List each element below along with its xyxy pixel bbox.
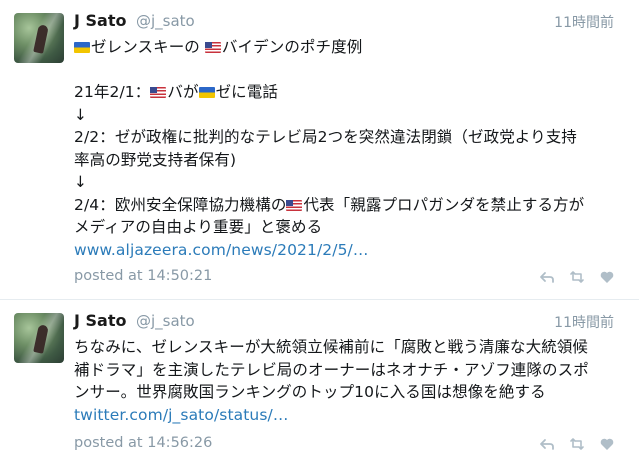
tweet-actions: [539, 269, 615, 285]
tweet-link[interactable]: twitter.com/j_sato/status/…: [74, 406, 288, 424]
text-line: 補ドラマ」を主演したテレビ局のオーナーはネオナチ・アゾフ連隊のスポ: [74, 360, 589, 379]
link-line: twitter.com/j_sato/status/…: [74, 404, 629, 427]
link-line: www.aljazeera.com/news/2021/2/5/…: [74, 239, 629, 262]
user-handle[interactable]: @j_sato: [136, 312, 195, 330]
text-line: 2/2：ゼが政権に批判的なテレビ局2つを突然違法閉鎖（ゼ政党より支持: [74, 128, 577, 146]
tweet-text: ちなみに、ゼレンスキーが大統領立候補前に「腐敗と戦う清廉な大統領候 補ドラマ」を…: [74, 336, 629, 426]
avatar[interactable]: [14, 313, 64, 363]
usa-flag-icon: [286, 199, 303, 211]
reply-icon[interactable]: [539, 436, 555, 452]
heart-icon[interactable]: [599, 269, 615, 285]
avatar[interactable]: [14, 13, 64, 63]
arrow-line: ↓: [74, 173, 88, 191]
usa-flag-icon: [204, 42, 221, 53]
posted-time: posted at 14:56:26: [74, 435, 213, 451]
display-name[interactable]: J Sato: [74, 311, 126, 330]
timestamp[interactable]: 11時間前: [554, 312, 614, 332]
user-handle[interactable]: @j_sato: [136, 12, 195, 30]
usa-flag-icon: [150, 87, 167, 98]
ukraine-flag-icon: [74, 42, 90, 53]
posted-time: posted at 14:50:21: [74, 268, 213, 284]
reply-icon[interactable]: [539, 269, 555, 285]
tweet[interactable]: J Sato @j_sato 11時間前 ちなみに、ゼレンスキーが大統領立候補前…: [0, 300, 639, 456]
text-line: 21年2/1： バが ゼに電話: [74, 83, 278, 101]
tweet-text: ゼレンスキーの バイデンのポチ度例 21年2/1： バが ゼに電話 ↓ 2/2：ゼが…: [74, 36, 629, 261]
timestamp[interactable]: 11時間前: [554, 12, 614, 32]
tweet-header: J Sato @j_sato 11時間前: [74, 310, 624, 332]
tweet-footer: posted at 14:50:21: [74, 267, 629, 287]
text-line: ンサー。世界腐敗国ランキングのトップ10に入る国は想像を絶する: [74, 383, 546, 401]
tweet-feed: J Sato @j_sato 11時間前 ゼレンスキーの バイデンのポチ度例 2…: [0, 0, 639, 456]
tweet-header: J Sato @j_sato 11時間前: [74, 10, 624, 32]
arrow-line: ↓: [74, 105, 88, 124]
retweet-icon[interactable]: [569, 269, 585, 285]
tweet-actions: [539, 436, 615, 452]
retweet-icon[interactable]: [569, 436, 585, 452]
tweet[interactable]: J Sato @j_sato 11時間前 ゼレンスキーの バイデンのポチ度例 2…: [0, 0, 639, 300]
text-line: 2/4：欧州安全保障協力機構の 代表「親露プロパガンダを禁止する方が: [74, 195, 585, 214]
tweet-footer: posted at 14:56:26: [74, 434, 629, 454]
text-line: 率高の野党支持者保有): [74, 150, 237, 169]
text-line: ちなみに、ゼレンスキーが大統領立候補前に「腐敗と戦う清廉な大統領候: [74, 338, 589, 356]
text-line: メディアの自由より重要」と褒める: [74, 218, 323, 236]
ukraine-flag-icon: [198, 87, 215, 98]
text-line: ゼレンスキーの バイデンのポチ度例: [74, 36, 629, 59]
display-name[interactable]: J Sato: [74, 11, 126, 30]
tweet-link[interactable]: www.aljazeera.com/news/2021/2/5/…: [74, 241, 368, 259]
heart-icon[interactable]: [599, 436, 615, 452]
